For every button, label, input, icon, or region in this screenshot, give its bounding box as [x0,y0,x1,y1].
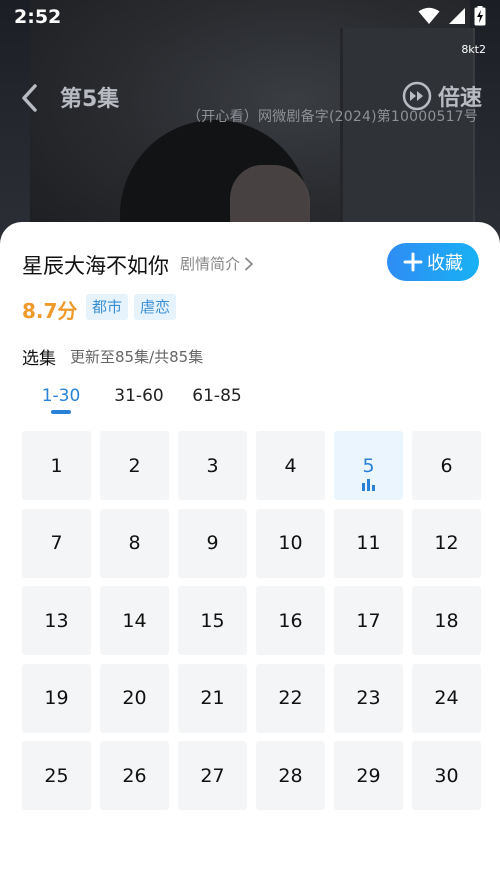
episode-button[interactable]: 25 [22,741,91,810]
episode-button[interactable]: 19 [22,663,91,733]
rating: 8.7分 [22,299,78,323]
episode-button-current[interactable]: 5 [334,431,403,500]
drama-title: 星辰大海不如你 [22,254,169,278]
tab-label: 61-85 [192,386,242,406]
episode-button[interactable]: 15 [178,586,247,655]
episode-button[interactable]: 20 [100,663,169,733]
battery-charging-icon [474,6,486,26]
video-background-door [340,28,475,250]
select-label: 选集 [22,349,56,369]
chevron-right-icon [245,257,253,270]
episode-button[interactable]: 10 [256,508,325,578]
episode-button[interactable]: 30 [412,741,481,810]
tab-range-1-30[interactable]: 1-30 [22,384,100,414]
episode-button[interactable]: 2 [100,431,169,500]
active-tab-indicator [51,410,71,414]
status-icons [418,6,486,26]
episode-button[interactable]: 22 [256,663,325,733]
synopsis-link[interactable]: 剧情简介 [180,253,254,274]
range-tabs: 1-30 31-60 61-85 [22,384,256,414]
status-time: 2:52 [14,6,62,28]
episode-button[interactable]: 28 [256,741,325,810]
episode-button[interactable]: 12 [412,508,481,578]
episode-button[interactable]: 4 [256,431,325,500]
episode-button[interactable]: 9 [178,508,247,578]
episode-button[interactable]: 17 [334,586,403,655]
episode-button[interactable]: 13 [22,586,91,655]
episode-grid: 1 2 3 4 5 6 7 8 9 10 11 12 13 14 15 16 1… [22,431,481,810]
episode-title: 第5集 [60,87,120,112]
episode-button[interactable]: 11 [334,508,403,578]
episode-sheet: 星辰大海不如你 剧情简介 收藏 8.7分 都市 虐恋 选集 更新至85集/共85… [0,222,500,889]
episode-button[interactable]: 21 [178,663,247,733]
tag-urban[interactable]: 都市 [86,294,129,320]
episode-button[interactable]: 8 [100,508,169,578]
now-playing-icon [362,479,375,491]
episode-button[interactable]: 3 [178,431,247,500]
status-bar: 2:52 [0,0,500,34]
episode-button[interactable]: 26 [100,741,169,810]
synopsis-label: 剧情简介 [180,255,241,273]
episode-button[interactable]: 1 [22,431,91,500]
episode-button[interactable]: 14 [100,586,169,655]
license-text: （开心看）网微剧备字(2024)第10000517号 [186,109,478,125]
tab-range-61-85[interactable]: 61-85 [178,384,256,414]
update-info: 更新至85集/共85集 [70,348,204,366]
tab-range-31-60[interactable]: 31-60 [100,384,178,414]
episode-button[interactable]: 27 [178,741,247,810]
collect-button[interactable]: 收藏 [387,243,479,281]
episode-button[interactable]: 24 [412,663,481,733]
back-button[interactable] [16,82,46,114]
tab-label: 1-30 [41,386,81,406]
plus-icon [403,252,423,272]
episode-button[interactable]: 29 [334,741,403,810]
collect-label: 收藏 [427,253,463,274]
tag-romance[interactable]: 虐恋 [134,294,177,320]
signal-icon [448,7,466,25]
episode-button[interactable]: 7 [22,508,91,578]
video-code: 8kt2 [461,43,486,56]
chevron-left-icon [22,84,37,112]
episode-button[interactable]: 6 [412,431,481,500]
wifi-icon [418,7,440,25]
episode-button[interactable]: 18 [412,586,481,655]
tab-label: 31-60 [114,386,164,406]
episode-button[interactable]: 16 [256,586,325,655]
episode-button[interactable]: 23 [334,663,403,733]
episode-number: 5 [362,454,375,477]
